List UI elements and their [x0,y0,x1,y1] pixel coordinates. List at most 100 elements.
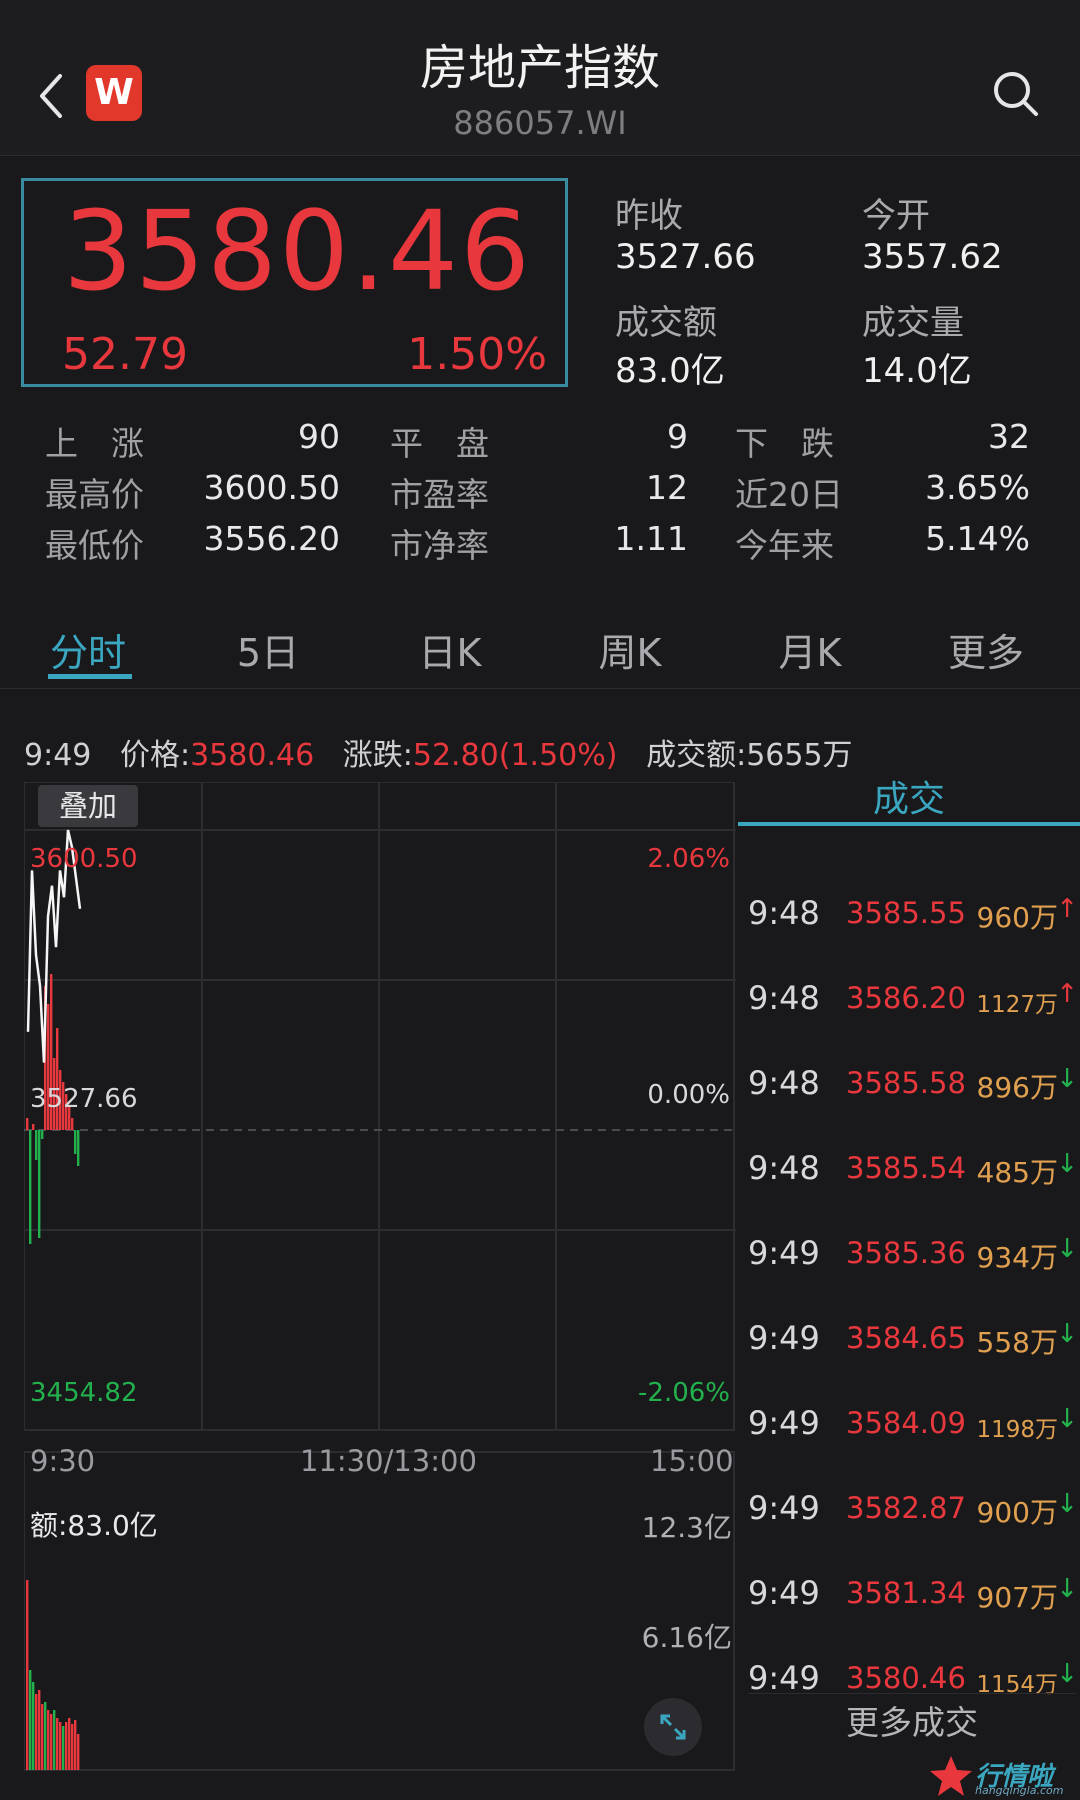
unchanged-label: 平 盘 [390,424,489,463]
info-price-label: 价格: [119,738,191,773]
volume-bar [50,1714,53,1770]
d20-label: 近20日 [735,475,843,514]
watermark-url: hangqingla.com [975,1784,1064,1797]
tab-intraday[interactable]: 分时 [28,622,148,677]
chart-period-tabs: 分时 5日 日K 周K 月K 更多 [0,608,1080,689]
trade-row: 9:49 3581.34 907万 ↓ [748,1566,1078,1626]
y-axis-high: 3600.50 [30,844,138,874]
search-icon [994,72,1038,116]
trade-row: 9:48 3585.58 896万 ↓ [748,1056,1078,1116]
info-change: 52.80(1.50%) [412,738,618,773]
trade-time: 9:49 [748,1659,820,1697]
trade-time: 9:48 [748,979,820,1017]
volume-bar [26,1580,29,1770]
price-bar [35,1130,38,1160]
price-bar [26,1118,29,1130]
x-axis-mid: 11:30/13:00 [300,1444,477,1478]
trade-price: 3585.54 [846,1151,966,1185]
arrow-down-icon: ↓ [1056,1659,1078,1689]
trade-price: 3582.87 [846,1491,966,1525]
trades-tab[interactable]: 成交 [738,770,1080,826]
prev-close-label: 昨收 [615,196,683,236]
arrow-down-icon: ↓ [1056,1404,1078,1434]
trade-price: 3586.20 [846,981,966,1015]
trade-volume: 900万 [976,1496,1058,1529]
volume-bar [74,1720,77,1770]
active-tab-indicator [48,674,132,679]
volume-bar [56,1718,59,1770]
tab-daily-k[interactable]: 日K [390,622,510,677]
price-bar [38,1130,41,1238]
d20-value: 3.65% [925,468,1030,507]
volume-axis-half: 6.16亿 [641,1621,732,1654]
more-trades-button[interactable]: 更多成交 [748,1693,1076,1752]
trades-tab-indicator [738,822,1080,826]
expand-icon [660,1714,686,1740]
search-button[interactable] [990,68,1044,122]
page-title: 房地产指数 [419,40,660,96]
pb-value: 1.11 [614,519,688,558]
info-time: 9:49 [24,738,92,773]
fullscreen-button[interactable] [644,1698,702,1756]
arrow-down-icon: ↓ [1056,1064,1078,1094]
trade-volume: 934万 [976,1241,1058,1274]
trade-time: 9:48 [748,1149,820,1187]
volume-panel-border [24,1451,735,1771]
y-axis-low: 3454.82 [30,1378,138,1408]
volume-bar [59,1722,62,1770]
trade-volume: 907万 [976,1581,1058,1614]
last-price: 3580.46 [63,187,532,315]
volume-bar [77,1734,80,1770]
volume-bar [53,1710,56,1770]
overlay-button[interactable]: 叠加 [38,785,138,827]
trade-time: 9:49 [748,1489,820,1527]
trade-row: 9:48 3585.55 960万 ↑ [748,886,1078,946]
volume-axis-max: 12.3亿 [641,1511,732,1544]
trade-row: 9:48 3586.20 1127万 ↑ [748,971,1078,1031]
y-axis-prev-close: 3527.66 [30,1084,138,1114]
volume-bar [32,1682,35,1770]
price-bar [41,1130,44,1139]
low-value: 3556.20 [203,519,340,558]
price-change-percent: 1.50% [407,329,547,380]
info-amount: 5655万 [746,738,853,773]
price-bar [29,1130,32,1244]
low-label: 最低价 [45,526,144,565]
trade-price: 3585.55 [846,896,966,930]
advancers-label: 上 涨 [45,424,144,463]
trade-volume: 896万 [976,1071,1058,1104]
volume-bar [47,1710,50,1770]
volume-histogram [26,1580,80,1770]
trade-time: 9:48 [748,894,820,932]
trade-time: 9:48 [748,1064,820,1102]
arrow-down-icon: ↓ [1056,1234,1078,1264]
info-price: 3580.46 [190,738,315,773]
trade-volume: 558万 [976,1326,1058,1359]
arrow-down-icon: ↓ [1056,1319,1078,1349]
pct-axis-low: -2.06% [638,1378,730,1408]
trade-price: 3585.58 [846,1066,966,1100]
price-bar [71,1118,74,1130]
volume-bar [44,1702,47,1770]
tab-5day[interactable]: 5日 [208,622,328,677]
trade-row: 9:48 3585.54 485万 ↓ [748,1141,1078,1201]
pct-axis-high: 2.06% [647,844,730,874]
volume-bar [68,1718,71,1770]
arrow-down-icon: ↓ [1056,1149,1078,1179]
tab-weekly-k[interactable]: 周K [570,622,690,677]
price-bar [74,1130,77,1154]
trade-volume: 960万 [976,901,1058,934]
star-logo-icon [930,1756,972,1796]
trade-row: 9:49 3584.65 558万 ↓ [748,1311,1078,1371]
tab-monthly-k[interactable]: 月K [750,622,870,677]
trade-volume: 1198万 [976,1417,1058,1443]
trade-volume: 1127万 [976,992,1058,1018]
trade-row: 9:49 3585.36 934万 ↓ [748,1226,1078,1286]
tab-more[interactable]: 更多 [926,622,1046,677]
arrow-up-icon: ↑ [1056,894,1078,924]
arrow-up-icon: ↑ [1056,979,1078,1009]
volume-bar [65,1722,68,1770]
prev-close-value: 3527.66 [615,237,756,277]
pe-value: 12 [646,468,688,507]
trade-price: 3580.46 [846,1661,966,1695]
